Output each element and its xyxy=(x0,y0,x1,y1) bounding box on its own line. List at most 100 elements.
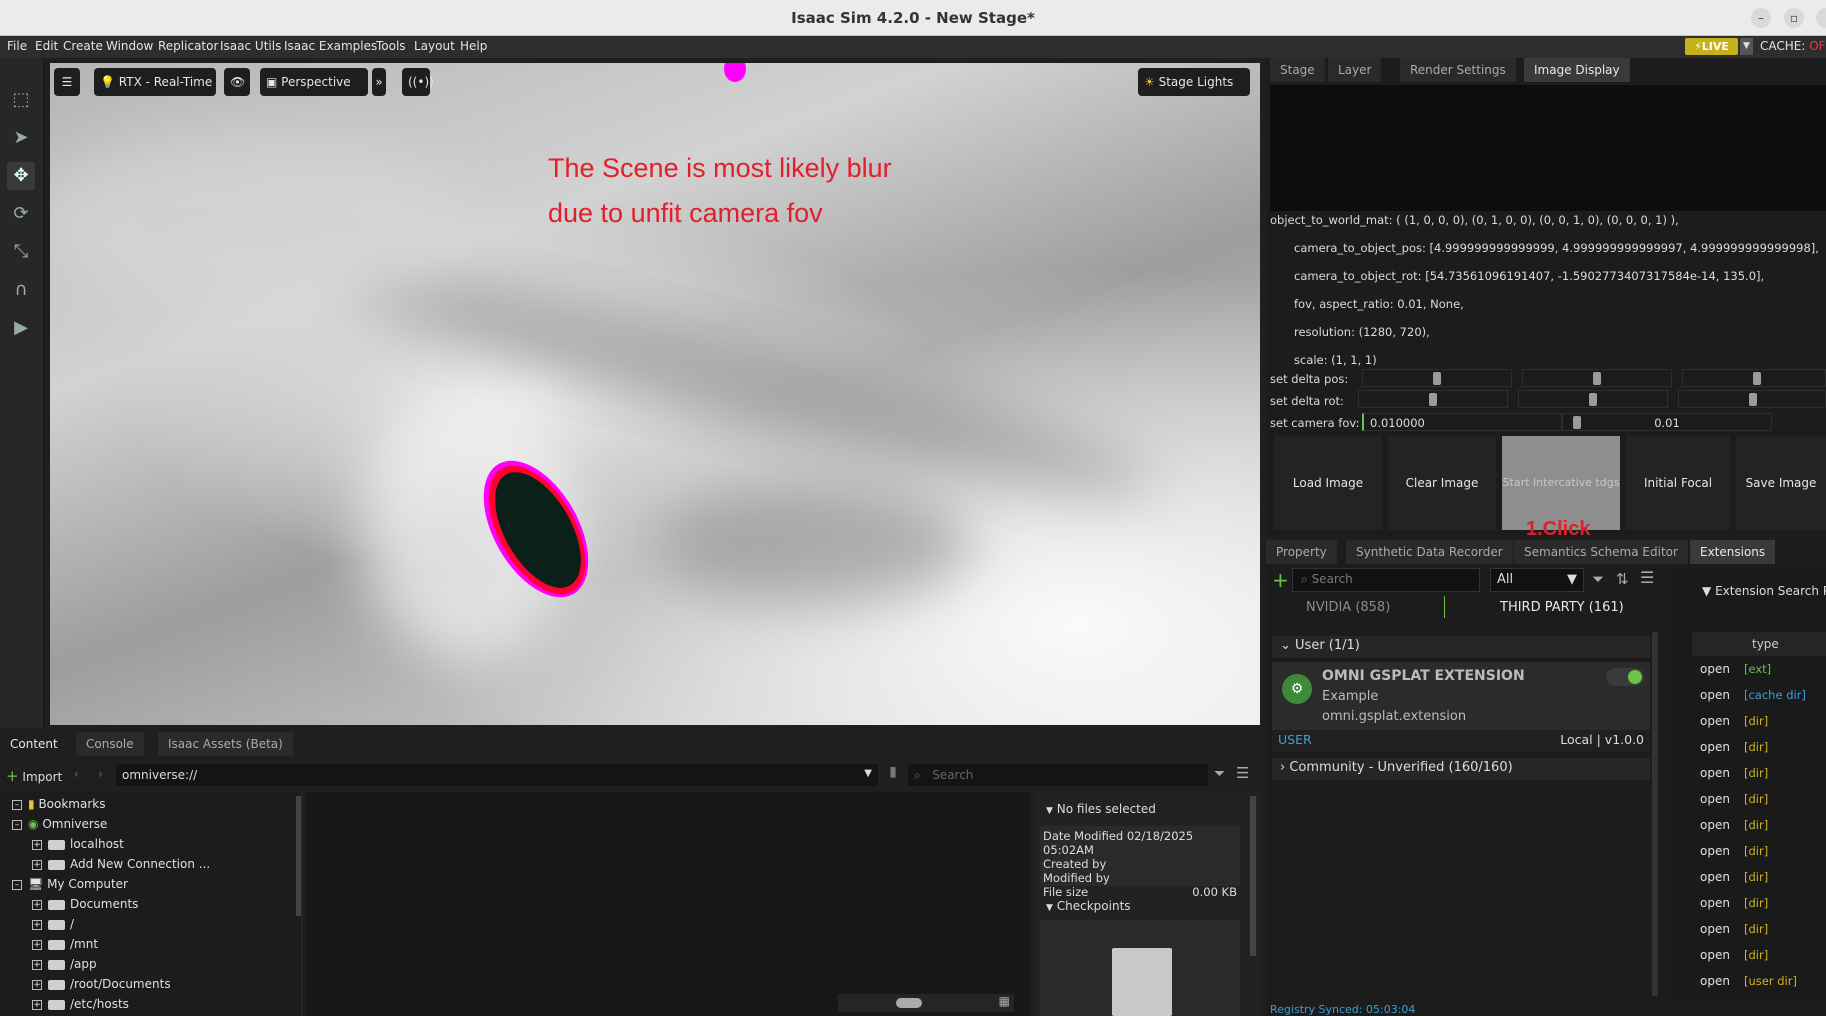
menu-edit[interactable]: Edit xyxy=(35,39,58,53)
tab-content[interactable]: Content xyxy=(0,732,68,756)
open-path-button[interactable]: open xyxy=(1700,948,1730,962)
render-mode-button[interactable]: 💡 RTX - Real-Time xyxy=(94,68,216,96)
start-interactive-button[interactable]: Start Intercative tdgs xyxy=(1502,436,1620,530)
extension-search-input[interactable]: ⌕ Search xyxy=(1292,568,1480,592)
nvidia-tab[interactable]: NVIDIA (858) xyxy=(1306,600,1390,615)
tab-render-settings[interactable]: Render Settings xyxy=(1400,58,1516,82)
details-scrollbar[interactable] xyxy=(1250,796,1256,956)
extension-enable-toggle[interactable] xyxy=(1606,668,1644,686)
menu-isaac-examples[interactable]: Isaac Examples xyxy=(284,39,377,53)
menu-file[interactable]: File xyxy=(7,39,27,53)
menu-isaac-utils[interactable]: Isaac Utils xyxy=(220,39,281,53)
zoom-slider[interactable]: ▦ xyxy=(838,994,1014,1012)
open-path-button[interactable]: open xyxy=(1700,844,1730,858)
sort-icon[interactable]: ⇅ xyxy=(1616,570,1629,588)
menu-create[interactable]: Create xyxy=(63,39,103,53)
pointer-icon[interactable]: ➤ xyxy=(7,124,35,152)
move-icon[interactable]: ✥ xyxy=(7,162,35,190)
open-path-button[interactable]: open xyxy=(1700,688,1730,702)
details-header[interactable]: ▼ No files selected xyxy=(1046,802,1156,816)
extension-filter-select[interactable]: All ▼ xyxy=(1490,568,1584,592)
menu-window[interactable]: Window xyxy=(106,39,153,53)
eye-icon[interactable]: 👁 xyxy=(224,68,250,96)
back-icon[interactable]: ‹ xyxy=(74,767,79,781)
grid-view-icon[interactable]: ▦ xyxy=(999,994,1010,1008)
broadcast-icon[interactable]: ((•)) xyxy=(402,68,434,96)
menu-layout[interactable]: Layout xyxy=(414,39,455,53)
forward-icon[interactable]: › xyxy=(98,767,103,781)
file-grid[interactable] xyxy=(306,792,1030,1016)
open-path-button[interactable]: open xyxy=(1700,870,1730,884)
settings-icon[interactable]: ☰ xyxy=(54,68,80,96)
delta-rot-x-slider[interactable] xyxy=(1358,390,1508,408)
scrollbar[interactable] xyxy=(1652,632,1658,996)
tree-bookmarks[interactable]: – ▮ Bookmarks xyxy=(12,797,105,811)
rotate-icon[interactable]: ⟳ xyxy=(7,200,35,228)
tree-app[interactable]: +/app xyxy=(32,957,97,971)
path-input[interactable]: omniverse:// ▼ xyxy=(116,764,878,786)
tree-root[interactable]: + / xyxy=(32,917,74,931)
camera-button[interactable]: ▣ Perspective xyxy=(260,68,368,96)
live-button[interactable]: ⚡LIVE xyxy=(1685,38,1738,55)
chevron-right-icon[interactable]: » xyxy=(372,68,386,96)
scale-icon[interactable]: ⤡ xyxy=(7,238,35,266)
initial-focal-button[interactable]: Initial Focal xyxy=(1626,436,1730,530)
play-icon[interactable]: ▶ xyxy=(7,314,35,342)
tab-synthetic-data-recorder[interactable]: Synthetic Data Recorder xyxy=(1346,540,1513,564)
tree-localhost[interactable]: + localhost xyxy=(32,837,124,851)
tree-omniverse[interactable]: – ◉ Omniverse xyxy=(12,817,107,831)
tab-semantics-schema-editor[interactable]: Semantics Schema Editor xyxy=(1514,540,1688,564)
clear-image-button[interactable]: Clear Image xyxy=(1388,436,1496,530)
tree-scrollbar[interactable] xyxy=(296,796,301,916)
open-path-button[interactable]: open xyxy=(1700,714,1730,728)
tab-image-display[interactable]: Image Display xyxy=(1524,58,1630,82)
minimize-button[interactable]: – xyxy=(1751,8,1771,28)
load-image-button[interactable]: Load Image xyxy=(1274,436,1382,530)
content-search-input[interactable]: ⌕ Search xyxy=(908,764,1208,786)
menu-replicator[interactable]: Replicator xyxy=(158,39,218,53)
tree-etc-hosts[interactable]: +/etc/hosts xyxy=(32,997,129,1011)
maximize-button[interactable]: ▫ xyxy=(1784,8,1804,28)
save-image-button[interactable]: Save Image xyxy=(1736,436,1826,530)
delta-rot-z-slider[interactable] xyxy=(1678,390,1826,408)
open-path-button[interactable]: open xyxy=(1700,766,1730,780)
menu-help[interactable]: Help xyxy=(460,39,487,53)
tree-root-documents[interactable]: +/root/Documents xyxy=(32,977,171,991)
camera-fov-slider[interactable]: 0.01 xyxy=(1562,413,1772,431)
menu-icon[interactable]: ☰ xyxy=(1640,568,1654,587)
tab-layer[interactable]: Layer xyxy=(1328,58,1382,82)
open-path-button[interactable]: open xyxy=(1700,896,1730,910)
stage-lights-button[interactable]: ☀ Stage Lights xyxy=(1138,68,1250,96)
delta-rot-y-slider[interactable] xyxy=(1518,390,1668,408)
tab-isaac-assets[interactable]: Isaac Assets (Beta) xyxy=(158,732,293,756)
snap-icon[interactable]: ∩ xyxy=(7,276,35,304)
open-path-button[interactable]: open xyxy=(1700,922,1730,936)
filter-icon[interactable]: ⏷ xyxy=(1214,766,1225,782)
open-path-button[interactable]: open xyxy=(1700,740,1730,754)
menu-icon[interactable]: ☰ xyxy=(1236,764,1249,782)
delta-pos-x-slider[interactable] xyxy=(1362,369,1512,387)
tree-mnt[interactable]: +/mnt xyxy=(32,937,98,951)
tab-property[interactable]: Property xyxy=(1266,540,1337,564)
live-dropdown-icon[interactable]: ▼ xyxy=(1740,38,1753,55)
bookmark-icon[interactable]: ▮ xyxy=(884,764,902,786)
filter-icon[interactable]: ⏷ xyxy=(1592,570,1604,588)
tree-my-computer[interactable]: – 🖥 My Computer xyxy=(12,877,128,891)
tab-console[interactable]: Console xyxy=(76,732,144,756)
add-extension-icon[interactable]: + xyxy=(1272,570,1289,590)
checkpoints-header[interactable]: ▼ Checkpoints xyxy=(1046,899,1131,913)
extension-card[interactable]: ⚙ OMNI GSPLAT EXTENSION Example omni.gsp… xyxy=(1272,662,1650,752)
open-path-button[interactable]: open xyxy=(1700,818,1730,832)
cache-status[interactable]: CACHE: OFF xyxy=(1760,39,1826,53)
delta-pos-z-slider[interactable] xyxy=(1682,369,1826,387)
tree-documents[interactable]: + Documents xyxy=(32,897,138,911)
user-group-header[interactable]: ⌄ User (1/1) xyxy=(1272,636,1650,658)
camera-fov-field[interactable]: 0.010000 xyxy=(1362,413,1562,431)
tab-extensions[interactable]: Extensions xyxy=(1690,540,1776,564)
tree-add-connection[interactable]: + Add New Connection ... xyxy=(32,857,210,871)
select-mode-icon[interactable]: ⬚ xyxy=(7,86,35,114)
community-group-header[interactable]: › Community - Unverified (160/160) xyxy=(1272,758,1650,780)
open-path-button[interactable]: open xyxy=(1700,662,1730,676)
search-paths-header[interactable]: ▼ Extension Search Pa xyxy=(1702,584,1826,598)
delta-pos-y-slider[interactable] xyxy=(1522,369,1672,387)
